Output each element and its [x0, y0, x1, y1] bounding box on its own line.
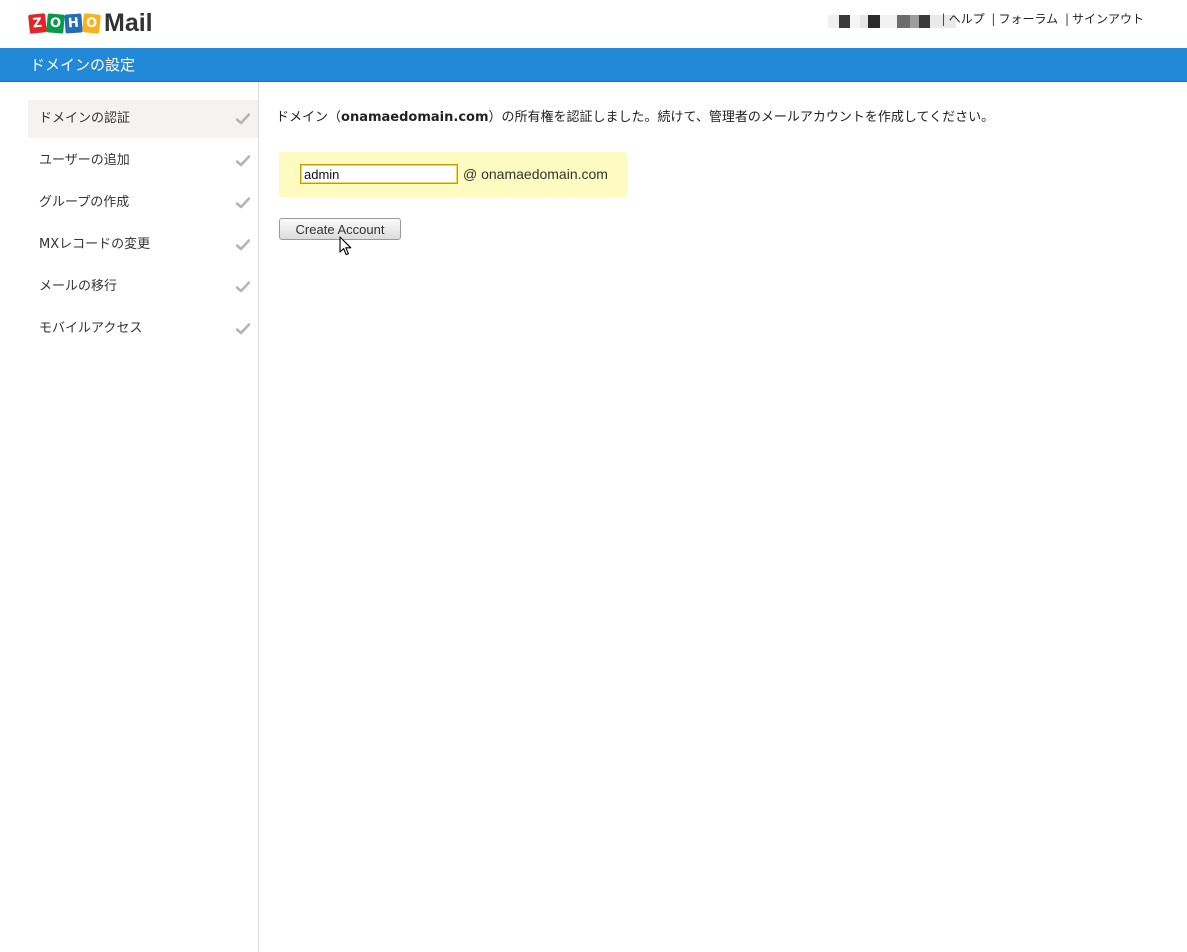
message-prefix: ドメイン（ — [276, 110, 342, 125]
redacted-pixel — [828, 15, 839, 28]
redacted-pixel — [880, 15, 897, 28]
redacted-pixel — [850, 15, 860, 28]
user-name-redacted — [828, 15, 956, 28]
setup-steps-nav: ドメインの認証 ユーザーの追加 グループの作成 MXレコードの変更 メールの移行… — [28, 100, 258, 352]
setup-sidebar: ドメインの認証 ユーザーの追加 グループの作成 MXレコードの変更 メールの移行… — [0, 82, 259, 952]
forum-link[interactable]: フォーラム — [998, 12, 1058, 26]
sidebar-item-create-groups[interactable]: グループの作成 — [28, 184, 258, 222]
checkmark-icon — [236, 113, 250, 125]
redacted-pixel — [910, 15, 919, 28]
message-suffix: ）の所有権を認証しました。続けて、管理者のメールアカウントを作成してください。 — [488, 110, 995, 125]
sidebar-item-verify-domain[interactable]: ドメインの認証 — [28, 100, 258, 138]
sign-out-link[interactable]: サインアウト — [1072, 12, 1144, 26]
checkmark-icon — [236, 155, 250, 167]
page-title: ドメインの設定 — [30, 56, 136, 74]
top-links: | ヘルプ | フォーラム | サインアウト — [941, 12, 1144, 26]
redacted-pixel — [897, 15, 910, 28]
help-link[interactable]: ヘルプ — [949, 12, 985, 26]
sidebar-item-mobile-access[interactable]: モバイルアクセス — [28, 310, 258, 348]
redacted-pixel — [839, 15, 850, 28]
zoho-mail-logo[interactable]: Z O H O Mail — [28, 8, 153, 38]
mouse-pointer-icon — [339, 236, 352, 256]
top-header: Z O H O Mail | ヘルプ | フォーラム | サインアウト — [0, 0, 1187, 48]
logo-mail-text: Mail — [104, 8, 153, 37]
sidebar-item-mx-records[interactable]: MXレコードの変更 — [28, 226, 258, 264]
checkmark-icon — [236, 197, 250, 209]
checkmark-icon — [236, 323, 250, 335]
sidebar-item-label: メールの移行 — [39, 279, 118, 294]
logo-letter-h: H — [64, 12, 83, 34]
sidebar-item-label: ユーザーの追加 — [39, 153, 130, 168]
username-input[interactable] — [300, 164, 458, 184]
sidebar-item-label: ドメインの認証 — [39, 111, 131, 126]
sidebar-item-add-users[interactable]: ユーザーの追加 — [28, 142, 258, 180]
domain-suffix-label: @ onamaedomain.com — [463, 166, 608, 182]
main-content: ドメイン（onamaedomain.com）の所有権を認証しました。続けて、管理… — [259, 82, 1187, 952]
sidebar-item-label: MXレコードの変更 — [39, 237, 151, 252]
logo-letter-o2: O — [82, 12, 101, 34]
logo-letter-o: O — [46, 12, 65, 34]
sidebar-item-label: モバイルアクセス — [39, 321, 143, 336]
sidebar-item-mail-migration[interactable]: メールの移行 — [28, 268, 258, 306]
checkmark-icon — [236, 281, 250, 293]
verification-message: ドメイン（onamaedomain.com）の所有権を認証しました。続けて、管理… — [276, 106, 994, 125]
redacted-pixel — [860, 15, 868, 28]
redacted-pixel — [868, 15, 880, 28]
page-title-bar: ドメインの設定 — [0, 48, 1187, 82]
admin-account-form: @ onamaedomain.com — [279, 152, 627, 197]
logo-letter-z: Z — [28, 12, 47, 34]
sidebar-item-label: グループの作成 — [39, 195, 130, 210]
message-domain: onamaedomain.com — [341, 110, 489, 125]
redacted-pixel — [919, 15, 930, 28]
checkmark-icon — [236, 239, 250, 251]
